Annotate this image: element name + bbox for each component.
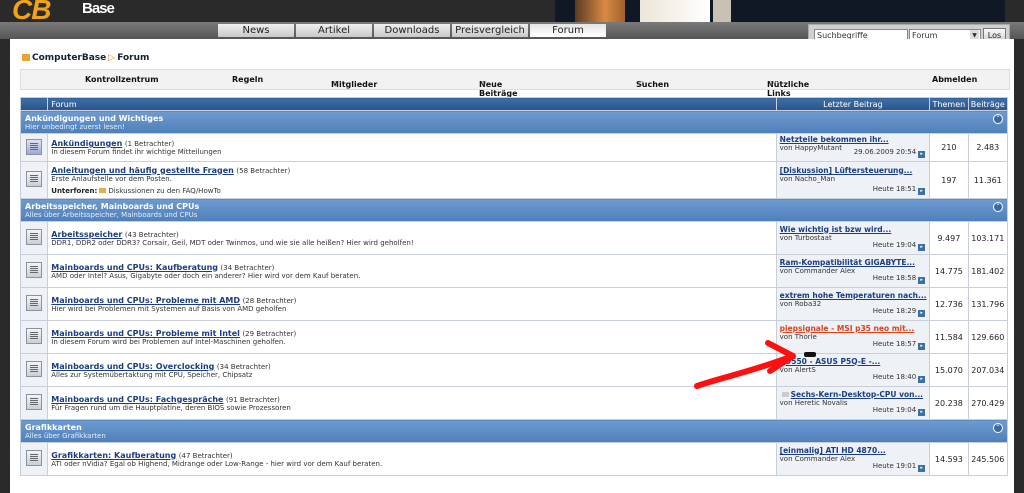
- subnav-abmelden[interactable]: Abmelden: [932, 75, 977, 84]
- triangle-down-icon: ▽: [481, 80, 487, 88]
- page-content: ComputerBase ▷ Forum Kontrollzentrum Regel…: [10, 39, 1014, 493]
- forum-status-icon: [26, 138, 43, 155]
- goto-post-icon[interactable]: ▸: [918, 409, 926, 416]
- forum-row: Arbeitsspeicher (43 Betrachter) DDR1, DDR…: [19, 221, 1009, 255]
- category-row[interactable]: ⌃ Grafikkarten Alles über Grafikkarten: [20, 419, 1008, 443]
- forum-status-icon: [26, 171, 43, 187]
- forum-row: Ankündigungen (1 Betrachter) In diesem Fo…: [19, 133, 1009, 162]
- last-post-link[interactable]: [einmalig] ATI HD 4870...: [780, 446, 929, 455]
- tab-forum[interactable]: Forum: [530, 24, 606, 37]
- triangle-down-icon: ▽: [769, 80, 775, 88]
- forum-row: Grafikkarten: Kaufberatung (47 Betrachte…: [19, 442, 1009, 476]
- forum-row: Mainboards und CPUs: Probleme mit AMD (2…: [19, 287, 1009, 321]
- goto-post-icon[interactable]: ▸: [918, 343, 926, 350]
- forum-link[interactable]: Mainboards und CPUs: Probleme mit Intel: [51, 329, 240, 338]
- tab-preisvergleich[interactable]: Preisvergleich: [452, 24, 528, 37]
- forum-status-icon: [26, 394, 43, 410]
- header-photo: [555, 0, 1005, 23]
- forum-status-icon: [26, 229, 43, 245]
- triangle-down-icon: ▽: [333, 80, 339, 88]
- last-post-link[interactable]: extrem hohe Temperaturen nach...: [780, 291, 929, 300]
- goto-post-icon[interactable]: ▸: [918, 310, 926, 317]
- forum-link[interactable]: Anleitungen und häufig gestellte Fragen: [51, 166, 234, 175]
- category-row[interactable]: ⌃ Ankündigungen und Wichtiges Hier unbedin…: [20, 110, 1008, 134]
- last-post-link[interactable]: Q9550 - ASUS P5Q-E -...: [780, 357, 929, 366]
- goto-post-icon[interactable]: ▸: [918, 376, 926, 383]
- collapse-icon[interactable]: ⌃: [993, 422, 1003, 433]
- forum-link[interactable]: Mainboards und CPUs: Fachgespräche: [51, 395, 223, 404]
- forum-status-icon: [26, 262, 43, 278]
- forum-row: Anleitungen und häufig gestellte Fragen …: [19, 161, 1009, 199]
- tab-artikel[interactable]: Artikel: [296, 24, 372, 37]
- breadcrumb-home[interactable]: ComputerBase: [32, 53, 106, 63]
- folder-icon: [99, 187, 107, 193]
- col-forum: Forum: [47, 97, 777, 111]
- document-icon: [781, 391, 789, 397]
- forum-link[interactable]: Arbeitsspeicher: [51, 230, 122, 239]
- tab-downloads[interactable]: Downloads: [374, 24, 450, 37]
- collapse-icon[interactable]: ⌃: [993, 113, 1003, 124]
- forum-link[interactable]: Mainboards und CPUs: Kaufberatung: [51, 263, 218, 272]
- forum-status-icon: [26, 450, 43, 466]
- subforum-link[interactable]: Diskussionen zu den FAQ/HowTo: [108, 187, 221, 195]
- goto-post-icon[interactable]: ▸: [918, 465, 926, 472]
- forum-table: Forum Letzter Beitrag Themen Beiträge ⌃ A…: [19, 97, 1009, 476]
- table-header: Forum Letzter Beitrag Themen Beiträge: [19, 97, 1009, 111]
- forum-status-icon: [26, 328, 43, 344]
- last-post-link[interactable]: [Diskussion] Lüftersteuerung...: [780, 166, 929, 175]
- forum-link[interactable]: Grafikkarten: Kaufberatung: [51, 451, 176, 460]
- last-post-link[interactable]: Netzteile bekommen ihr...: [780, 135, 929, 144]
- triangle-down-icon: ▽: [638, 80, 644, 88]
- col-posts: Beiträge: [967, 97, 1009, 111]
- breadcrumb: ComputerBase ▷ Forum: [22, 53, 149, 63]
- category-row[interactable]: ⌃ Arbeitsspeicher, Mainboards und CPUs All…: [20, 198, 1008, 222]
- subnav-regeln[interactable]: Regeln: [232, 75, 263, 84]
- forum-status-icon: [26, 295, 43, 311]
- forum-link[interactable]: Mainboards und CPUs: Overclocking: [51, 362, 214, 371]
- forum-row: Mainboards und CPUs: Fachgespräche (91 B…: [19, 386, 1009, 420]
- forum-status-icon: [26, 361, 43, 377]
- collapse-icon[interactable]: ⌃: [993, 201, 1003, 212]
- last-post-link[interactable]: Wie wichtig ist bzw wird...: [780, 225, 929, 234]
- last-post-link[interactable]: Sechs-Kern-Desktop-CPU von...: [780, 390, 929, 399]
- forum-link[interactable]: Mainboards und CPUs: Probleme mit AMD: [51, 296, 240, 305]
- tab-news[interactable]: News: [218, 24, 294, 37]
- last-post-link[interactable]: piepsignale - MSI p35 neo mit...: [780, 324, 929, 333]
- forum-row: Mainboards und CPUs: Kaufberatung (34 Be…: [19, 254, 1009, 288]
- arrow-right-icon: ▷: [108, 53, 116, 63]
- goto-post-icon[interactable]: ▸: [918, 244, 926, 251]
- goto-post-icon[interactable]: ▸: [918, 188, 926, 195]
- forum-link[interactable]: Ankündigungen: [51, 139, 122, 148]
- forum-row: Mainboards und CPUs: Overclocking (34 Be…: [19, 353, 1009, 387]
- top-banner: CB Base: [0, 0, 1024, 25]
- subnav-kontrollzentrum[interactable]: Kontrollzentrum: [85, 75, 159, 84]
- home-icon: [22, 54, 30, 61]
- col-threads: Themen: [929, 97, 969, 111]
- forum-row: Mainboards und CPUs: Probleme mit Intel …: [19, 320, 1009, 354]
- forum-subnav: Kontrollzentrum Regeln Mitglieder ▽ Neue …: [20, 69, 1010, 98]
- goto-post-icon[interactable]: ▸: [918, 277, 926, 284]
- goto-post-icon[interactable]: ▸: [918, 151, 926, 158]
- col-last-post: Letzter Beitrag: [775, 97, 931, 111]
- last-post-link[interactable]: Ram-Kompatibilität GIGABYTE...: [780, 258, 929, 267]
- breadcrumb-current: Forum: [117, 53, 150, 63]
